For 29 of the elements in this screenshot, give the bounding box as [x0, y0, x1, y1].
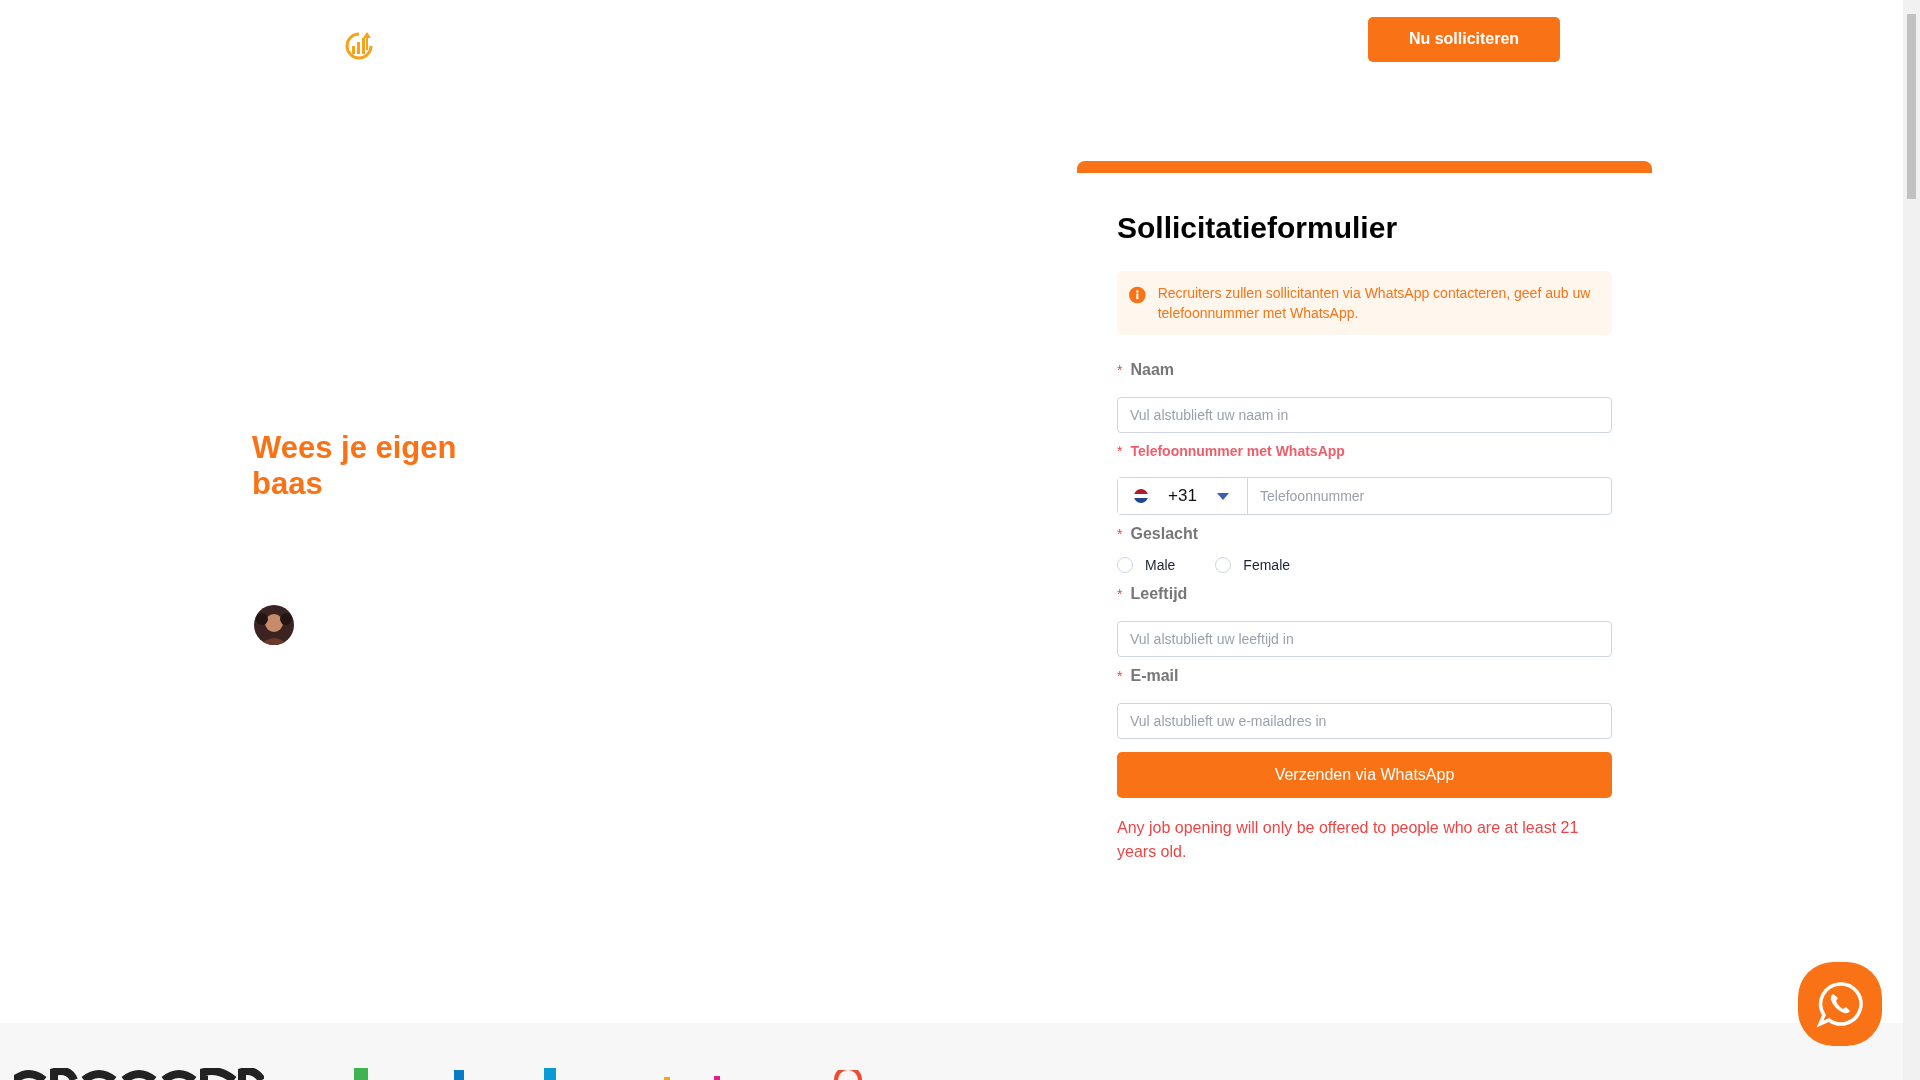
- scrollbar[interactable]: [1903, 0, 1920, 1080]
- field-label: E-mail: [1130, 667, 1179, 685]
- input-field[interactable]: Vul alstublieft uw leeftijd in: [1117, 621, 1612, 657]
- flag-icon: [1134, 489, 1148, 503]
- radio-option[interactable]: Male: [1117, 557, 1176, 573]
- required-mark: *: [1117, 526, 1123, 542]
- logo-icon[interactable]: [343, 30, 375, 60]
- whatsapp-button[interactable]: [1798, 962, 1882, 1046]
- input-field[interactable]: Vul alstublieft uw naam in: [1117, 397, 1612, 433]
- hero-heading: Wees je eigen baas: [252, 430, 458, 502]
- form-title: Sollicitatieformulier: [1117, 211, 1399, 245]
- field-label: Telefoonnummer met WhatsApp: [1130, 443, 1345, 459]
- whatsapp-icon: [1816, 980, 1864, 1028]
- required-mark: *: [1117, 586, 1123, 602]
- notice-text: Recruiters zullen sollicitanten via WhatsApp contacteren, geef aub uw telefoonnummer met WhatsApp.: [1157, 284, 1592, 323]
- radio-option[interactable]: Female: [1215, 557, 1291, 573]
- radio-circle[interactable]: [1117, 557, 1133, 573]
- phone-field[interactable]: +31 Telefoonnummer: [1117, 477, 1612, 515]
- age-notice: Any job opening will only be offered to people who are at least 21 years old.: [1117, 818, 1580, 862]
- field-label: Leeftijd: [1130, 585, 1188, 603]
- field-label: Geslacht: [1130, 525, 1199, 543]
- required-mark: *: [1117, 362, 1123, 378]
- field-label: Naam: [1130, 361, 1175, 379]
- caret-icon: [1216, 492, 1229, 500]
- required-mark: *: [1117, 668, 1123, 684]
- input-field[interactable]: Vul alstublieft uw e-mailadres in: [1117, 703, 1612, 739]
- country-code-select[interactable]: +31: [1118, 478, 1248, 514]
- required-mark: *: [1117, 443, 1123, 459]
- radio-circle[interactable]: [1215, 557, 1232, 573]
